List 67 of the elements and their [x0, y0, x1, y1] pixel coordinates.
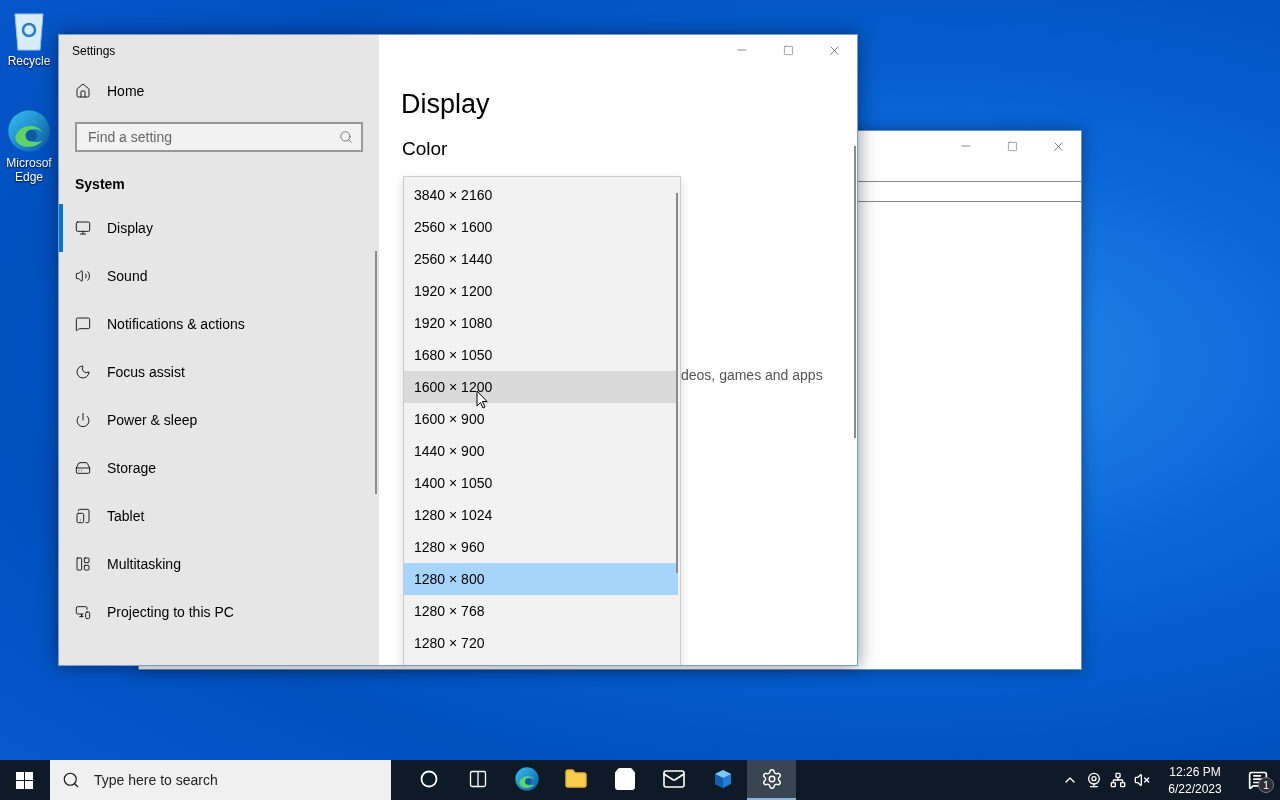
resolution-option[interactable]: 1600 × 900 — [404, 403, 678, 435]
section-label: System — [74, 175, 126, 194]
mouse-cursor-icon — [476, 390, 488, 409]
moon-icon — [75, 364, 91, 380]
resolution-option[interactable]: 2560 × 1600 — [404, 211, 678, 243]
circle-icon[interactable] — [419, 770, 438, 788]
power-icon — [75, 412, 91, 428]
desktop-icon-label[interactable]: Microsof Edge — [2, 156, 56, 184]
store-icon[interactable] — [612, 767, 637, 791]
description-text: deos, games and apps — [681, 367, 823, 383]
tablet-icon — [75, 508, 91, 524]
nav-item[interactable]: Power & sleep — [59, 396, 379, 444]
nav-item[interactable]: Storage — [59, 444, 379, 492]
muted-speaker-icon[interactable] — [1134, 772, 1150, 788]
resolution-option[interactable]: 1680 × 1050 — [404, 339, 678, 371]
resolution-option[interactable]: 1280 × 960 — [404, 531, 678, 563]
search-icon — [62, 771, 80, 789]
nav-item[interactable]: Notifications & actions — [59, 300, 379, 348]
search-icon[interactable] — [339, 130, 353, 144]
resolution-option[interactable]: 1280 × 768 — [404, 595, 678, 627]
section-heading: Color — [402, 138, 449, 160]
maximize-icon — [782, 44, 794, 56]
home-link[interactable]: Home — [59, 67, 379, 115]
clock[interactable]: 12:26 PM 6/22/2023 — [1154, 760, 1236, 800]
nav-item[interactable]: Sound — [59, 252, 379, 300]
action-center-button[interactable]: 1 — [1236, 760, 1280, 800]
resolution-option[interactable]: 1440 × 900 — [404, 435, 678, 467]
folder-icon[interactable] — [563, 767, 588, 791]
taskbar-search-box[interactable]: Type here to search — [50, 760, 391, 800]
resolution-option[interactable]: 2560 × 1440 — [404, 243, 678, 275]
window-title: Settings — [71, 43, 117, 60]
windows-logo-icon — [15, 771, 33, 789]
speaker-icon — [75, 268, 91, 284]
resolution-option[interactable]: 1920 × 1200 — [404, 275, 678, 307]
desktop-icon-label[interactable]: Recycle — [2, 54, 56, 68]
home-icon — [75, 83, 91, 99]
browser-icon[interactable] — [513, 766, 540, 792]
browser-icon[interactable] — [6, 108, 52, 154]
settings-icon[interactable] — [760, 768, 783, 790]
resolution-option[interactable]: 1280 × 720 — [404, 627, 678, 659]
nav-item[interactable]: Multitasking — [59, 540, 379, 588]
nav-item[interactable]: Focus assist — [59, 348, 379, 396]
resolution-option[interactable]: 1920 × 1080 — [404, 307, 678, 339]
resolution-option[interactable]: 1400 × 1050 — [404, 467, 678, 499]
resolution-option[interactable]: 1600 × 1200 — [404, 371, 678, 403]
mail-icon[interactable] — [661, 767, 686, 791]
network-icon[interactable] — [1110, 772, 1126, 788]
monitor-icon — [75, 220, 91, 236]
screens-icon — [75, 604, 91, 620]
maximize-icon — [1006, 140, 1018, 152]
camera-icon[interactable] — [1086, 772, 1102, 788]
resolution-option[interactable]: 1280 × 1024 — [404, 499, 678, 531]
search-field[interactable]: Type here to search — [92, 771, 391, 789]
notification-count: 1 — [1258, 777, 1274, 793]
resolution-option[interactable]: 1280 × 800 — [404, 563, 678, 595]
search-box[interactable]: Find a setting — [75, 122, 363, 152]
taskbar-app-button[interactable] — [747, 760, 796, 800]
windows-icon — [75, 556, 91, 572]
drive-icon — [75, 460, 91, 476]
notification-icon — [1248, 770, 1268, 790]
nav-item[interactable]: Tablet — [59, 492, 379, 540]
speech-bubble-icon — [75, 316, 91, 332]
page-title: Display — [401, 89, 491, 120]
task-view-icon[interactable] — [467, 769, 488, 789]
nav-item[interactable]: Projecting to this PC — [59, 588, 379, 636]
resolution-option[interactable]: 3840 × 2160 — [404, 179, 678, 211]
search-field[interactable]: Find a setting — [86, 128, 339, 146]
